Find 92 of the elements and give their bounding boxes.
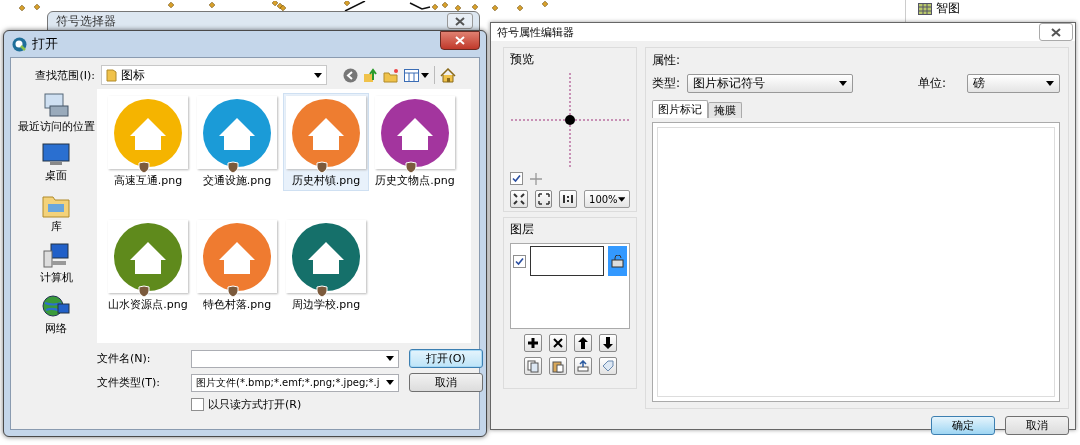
file-name: 历史村镇.png	[291, 173, 361, 188]
caret-icon	[421, 72, 429, 78]
tab[interactable]: 掩膜	[708, 102, 742, 118]
caret-icon	[1046, 81, 1054, 86]
shortcut-badge-icon	[138, 285, 150, 297]
close-icon	[455, 16, 465, 26]
import-icon[interactable]	[573, 357, 592, 375]
grid-icon	[404, 68, 419, 82]
shortcut-badge-icon	[227, 161, 239, 173]
tab[interactable]: 图片标记	[652, 100, 708, 118]
plus-icon[interactable]	[523, 334, 542, 352]
window-title: 打开	[32, 35, 59, 53]
file-name: 历史文物点.png	[375, 173, 455, 188]
checkbox[interactable]	[191, 398, 204, 411]
expand-icon[interactable]	[534, 190, 553, 208]
folder-icon	[106, 68, 117, 82]
file-item[interactable]: 特色村落.png	[194, 217, 280, 315]
window-title: 符号选择器	[56, 13, 116, 30]
paste-icon[interactable]	[548, 357, 567, 375]
filetype-label: 文件类型(T):	[97, 375, 161, 390]
caret-icon	[386, 380, 394, 385]
close-button[interactable]	[1039, 23, 1073, 41]
file-item[interactable]: 交通设施.png	[194, 93, 280, 191]
open-button[interactable]: 打开(O)	[409, 349, 483, 368]
file-item[interactable]: 周边学校.png	[283, 217, 369, 315]
close-button[interactable]	[440, 31, 480, 50]
copy-icon[interactable]	[523, 357, 542, 375]
new-folder-icon[interactable]	[383, 67, 399, 83]
file-name: 交通设施.png	[202, 173, 272, 188]
computer-icon	[42, 243, 70, 269]
file-name: 山水资源点.png	[108, 297, 188, 312]
tag-icon[interactable]	[598, 357, 617, 375]
cancel-button[interactable]: 取消	[1005, 416, 1069, 435]
shortcut-badge-icon	[316, 161, 328, 173]
caret-icon	[839, 81, 848, 86]
home-icon[interactable]	[440, 67, 456, 83]
shrink-icon[interactable]	[510, 190, 528, 208]
close-button[interactable]	[447, 13, 473, 29]
unit-dropdown[interactable]: 磅	[967, 74, 1060, 93]
monitor-icon	[42, 143, 70, 167]
file-item[interactable]: 历史村镇.png	[283, 93, 369, 191]
recent-places-icon	[42, 92, 70, 118]
cancel-button[interactable]: 取消	[409, 373, 483, 392]
grid-icon	[918, 2, 932, 15]
tree-item[interactable]: 智图	[936, 0, 960, 17]
place-label[interactable]: 库	[50, 219, 62, 234]
shortcut-badge-icon	[405, 161, 417, 173]
group-label: 预览	[510, 51, 535, 68]
up-folder-icon[interactable]	[363, 67, 378, 83]
layer-item-lock[interactable]	[608, 246, 627, 276]
checkbox[interactable]	[510, 172, 523, 185]
app-logo-icon	[12, 36, 27, 52]
place-label[interactable]: 计算机	[39, 270, 73, 285]
shortcut-badge-icon	[138, 161, 150, 173]
look-in-dropdown[interactable]: 图标	[101, 65, 327, 85]
ok-button[interactable]: 确定	[931, 416, 995, 435]
group-label: 属性:	[652, 52, 682, 69]
file-item[interactable]: 历史文物点.png	[372, 93, 458, 191]
window-title: 符号属性编辑器	[497, 24, 574, 40]
filename-field[interactable]	[191, 349, 399, 368]
caret-icon	[386, 356, 394, 361]
caret-icon	[314, 72, 322, 78]
file-name: 周边学校.png	[291, 297, 361, 312]
place-label[interactable]: 桌面	[45, 168, 67, 183]
readonly-label: 以只读方式打开(R)	[208, 397, 302, 412]
unit-label: 单位:	[917, 75, 946, 92]
type-dropdown[interactable]: 图片标记符号	[687, 74, 854, 93]
file-item[interactable]: 山水资源点.png	[105, 217, 191, 315]
group-label: 图层	[510, 221, 535, 238]
filetype-dropdown[interactable]: 图片文件(*.bmp;*.emf;*.png;*.jpeg;*.j	[191, 373, 399, 392]
file-item[interactable]: 高速互通.png	[105, 93, 191, 191]
zoom-dropdown[interactable]: 100%	[584, 190, 630, 208]
globe-computer-icon	[42, 294, 70, 320]
close-icon	[455, 36, 465, 45]
file-name: 特色村落.png	[202, 297, 272, 312]
lock-icon	[611, 254, 625, 268]
plus-icon	[530, 172, 542, 185]
delete-icon[interactable]	[548, 334, 567, 352]
checkbox[interactable]	[513, 254, 526, 268]
place-label[interactable]: 网络	[45, 321, 67, 336]
actual-size-icon[interactable]	[559, 190, 577, 208]
shortcut-badge-icon	[316, 285, 328, 297]
file-name: 高速互通.png	[113, 173, 183, 188]
close-icon	[1051, 27, 1061, 37]
type-label: 类型:	[652, 75, 681, 92]
shortcut-badge-icon	[227, 285, 239, 297]
caret-icon	[617, 196, 625, 202]
place-label[interactable]: 最近访问的位置	[17, 119, 95, 134]
look-in-label: 查找范围(I):	[34, 67, 95, 83]
view-menu-button[interactable]	[404, 68, 429, 82]
filename-label: 文件名(N):	[97, 351, 152, 366]
back-icon[interactable]	[343, 67, 358, 83]
